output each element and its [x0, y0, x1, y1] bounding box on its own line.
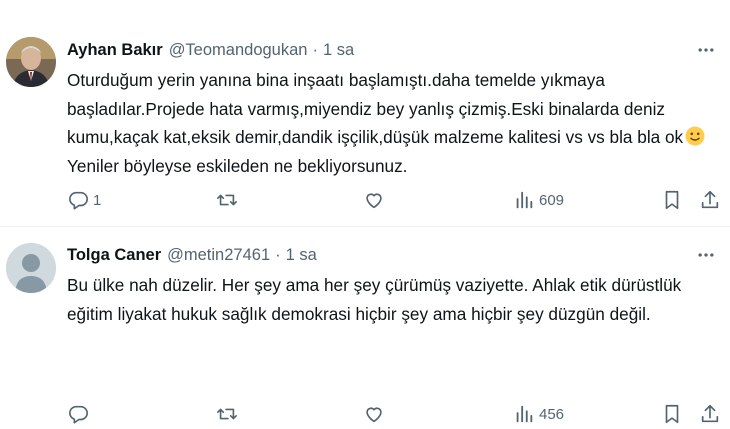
reply-icon	[67, 189, 89, 211]
like-icon	[363, 189, 385, 211]
author-handle[interactable]: @Teomandogukan	[169, 41, 308, 60]
slightly-smiling-face-icon	[685, 126, 705, 146]
tweet-text-part: Yeniler böyleyse eskileden ne bekliyorsu…	[67, 155, 408, 176]
tweet-text: Oturduğum yerin yanına bina inşaatı başl…	[67, 66, 720, 180]
author-name[interactable]: Ayhan Bakır	[67, 41, 163, 60]
retweet-icon	[216, 189, 238, 211]
views-icon	[513, 189, 535, 211]
views-button[interactable]: 456	[513, 399, 564, 429]
retweet-button[interactable]	[216, 399, 238, 429]
views-icon	[513, 403, 535, 425]
separator-dot: ·	[312, 40, 318, 59]
author-name[interactable]: Tolga Caner	[67, 246, 161, 265]
like-button[interactable]	[363, 399, 385, 429]
timestamp[interactable]: 1 sa	[286, 246, 317, 265]
retweet-icon	[216, 403, 238, 425]
share-button[interactable]	[699, 399, 721, 429]
views-button[interactable]: 609	[513, 185, 564, 215]
reply-button[interactable]: 1	[67, 185, 101, 215]
more-icon[interactable]	[694, 38, 718, 62]
author-handle[interactable]: @metin27461	[167, 246, 270, 265]
tweet-text-part: Oturduğum yerin yanına bina inşaatı başl…	[67, 70, 684, 147]
bookmark-icon	[661, 403, 683, 425]
bookmark-icon	[661, 189, 683, 211]
bookmark-button[interactable]	[661, 185, 683, 215]
action-bar: 456	[0, 399, 730, 429]
reply-icon	[67, 403, 89, 425]
like-button[interactable]	[363, 185, 385, 215]
more-icon[interactable]	[694, 243, 718, 267]
bookmark-button[interactable]	[661, 399, 683, 429]
tweet-text: Bu ülke nah düzelir. Her şey ama her şey…	[67, 275, 682, 324]
avatar[interactable]	[6, 243, 56, 293]
tweet[interactable]: Ayhan Bakır @Teomandogukan · 1 sa Oturdu…	[0, 0, 730, 227]
retweet-button[interactable]	[216, 185, 238, 215]
views-count: 609	[539, 191, 565, 209]
separator-dot: ·	[275, 245, 281, 264]
like-icon	[363, 403, 385, 425]
reply-count: 1	[93, 191, 102, 209]
share-icon	[699, 189, 721, 211]
share-button[interactable]	[699, 185, 721, 215]
avatar[interactable]	[6, 37, 56, 87]
tweet[interactable]: Tolga Caner @metin27461 · 1 sa Bu ülke n…	[0, 227, 730, 424]
action-bar: 1 609	[0, 185, 730, 215]
timestamp[interactable]: 1 sa	[323, 41, 354, 60]
reply-button[interactable]	[67, 399, 89, 429]
share-icon	[699, 403, 721, 425]
